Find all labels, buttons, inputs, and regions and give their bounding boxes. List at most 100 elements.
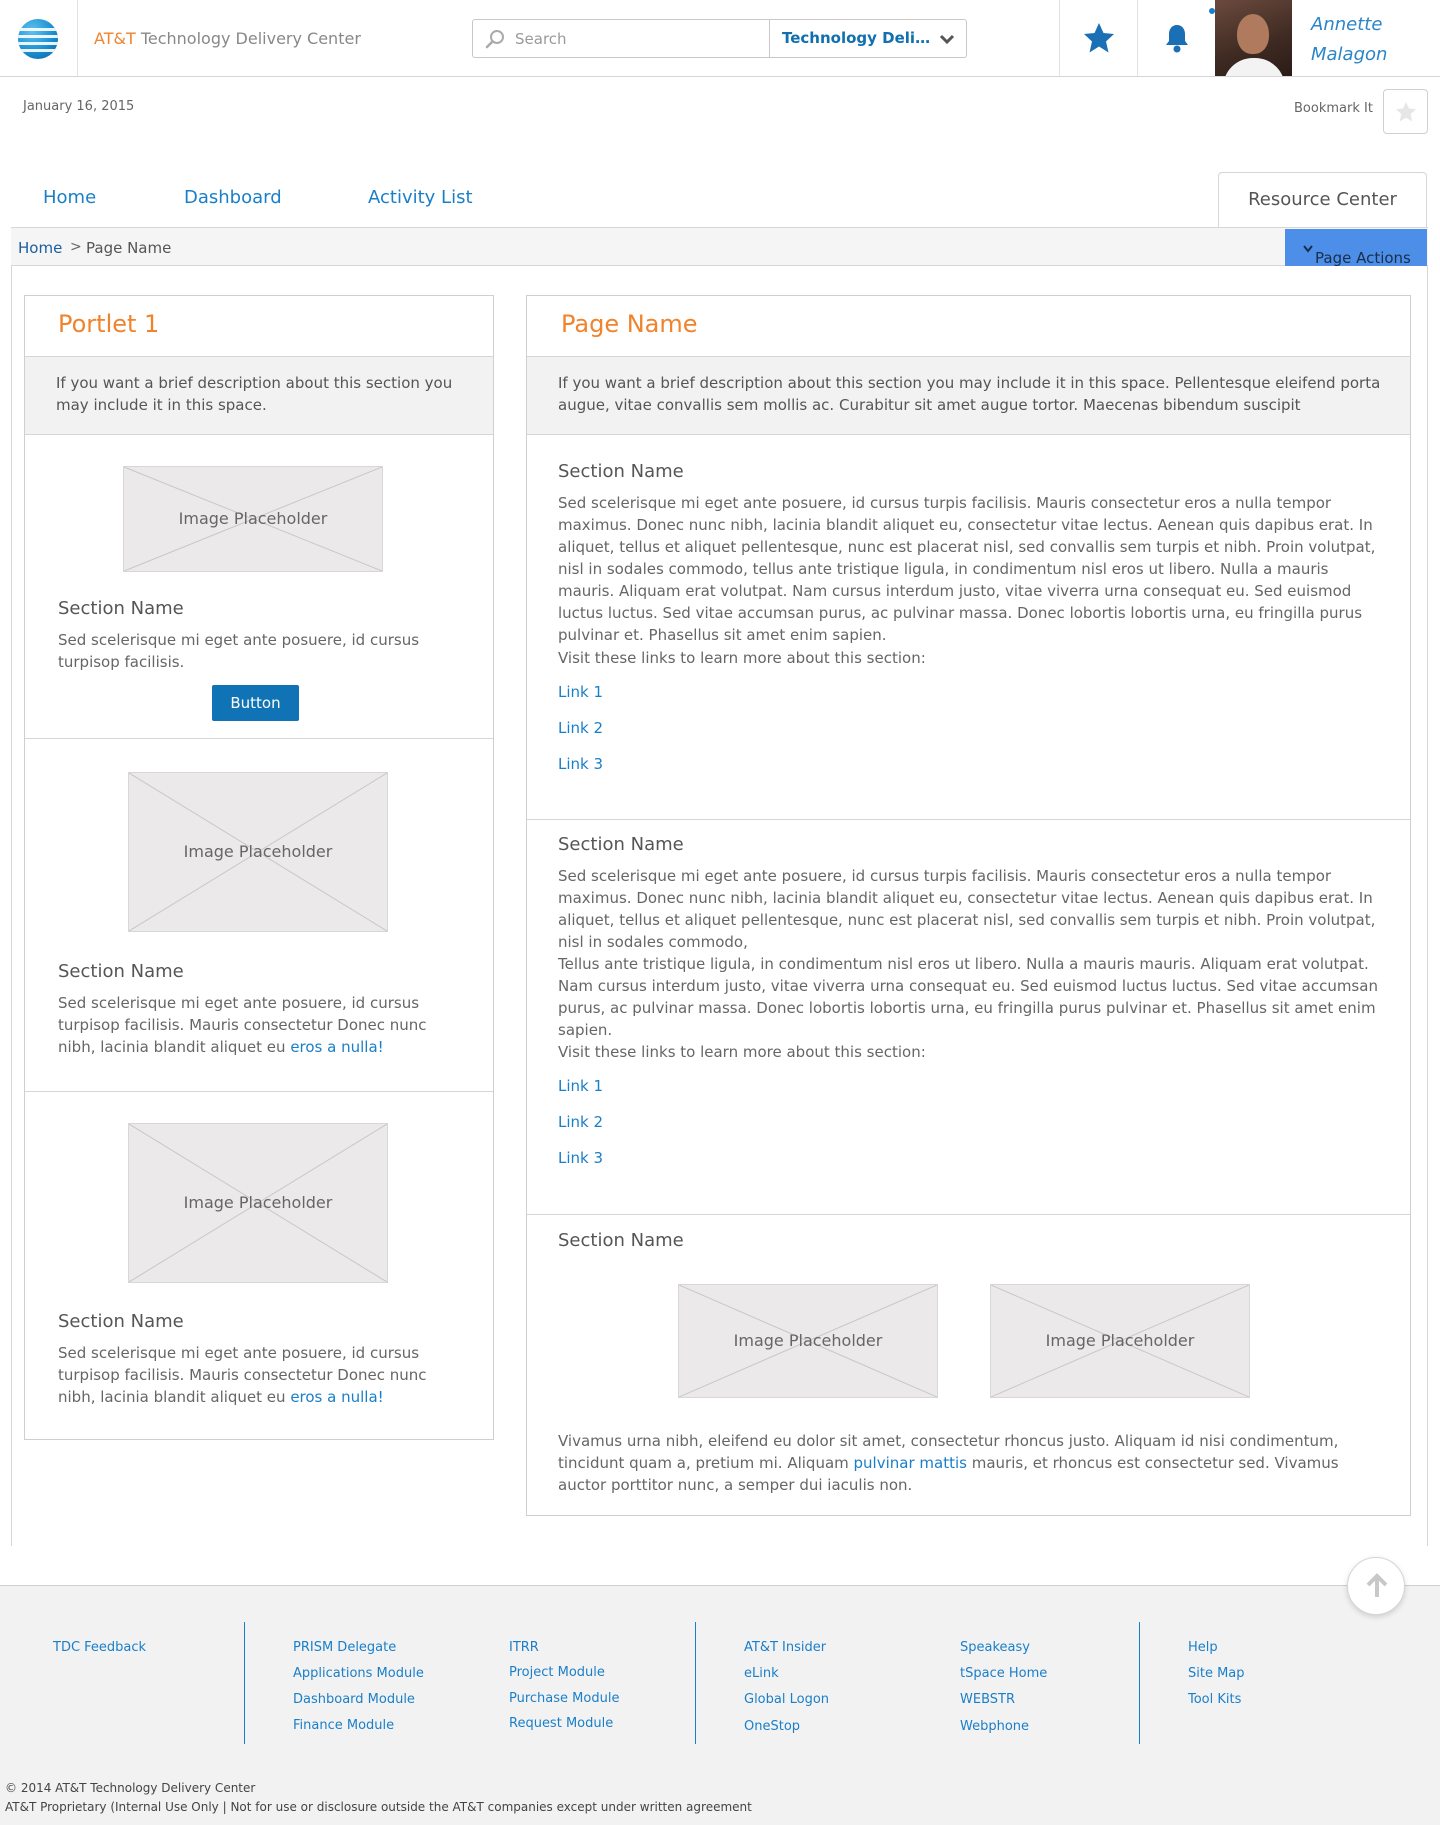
top-header: AT&T Technology Delivery Center Technolo… <box>0 0 1440 77</box>
page-description: If you want a brief description about th… <box>527 356 1410 435</box>
nav-dashboard[interactable]: Dashboard <box>184 187 282 208</box>
page-description-text: If you want a brief description about th… <box>558 374 1381 414</box>
current-date: January 16, 2015 <box>23 99 135 114</box>
image-placeholder-label: Image Placeholder <box>178 509 328 528</box>
image-placeholder: Image Placeholder <box>128 772 388 932</box>
avatar[interactable] <box>1215 0 1292 76</box>
arrow-up-icon <box>1366 1573 1388 1597</box>
footer-link[interactable]: Project Module <box>509 1665 605 1680</box>
search-input[interactable] <box>515 28 755 50</box>
bookmark-label: Bookmark It <box>1294 101 1373 116</box>
section-link[interactable]: eros a nulla! <box>290 1038 383 1056</box>
section-title: Section Name <box>558 834 684 855</box>
favorites-button[interactable] <box>1059 0 1137 76</box>
section-body: Sed scelerisque mi eget ante posuere, id… <box>58 631 420 671</box>
tab-resource-center[interactable]: Resource Center <box>1218 172 1427 229</box>
site-select-value: Technology Deliv... <box>782 29 932 47</box>
back-to-top-button[interactable] <box>1347 1557 1405 1615</box>
bookmark-button[interactable] <box>1383 89 1428 134</box>
breadcrumb: Home > Page Name Page Actions <box>11 227 1428 267</box>
page-actions-button[interactable]: Page Actions <box>1285 229 1427 267</box>
footer-divider <box>1139 1622 1140 1744</box>
footer-link[interactable]: TDC Feedback <box>53 1640 146 1655</box>
image-placeholder-label: Image Placeholder <box>733 1331 883 1350</box>
links-intro: Visit these links to learn more about th… <box>558 1043 926 1061</box>
footer-link[interactable]: Purchase Module <box>509 1691 619 1706</box>
divider <box>527 819 1410 820</box>
inline-link[interactable]: pulvinar mattis <box>854 1454 967 1472</box>
footer-link[interactable]: PRISM Delegate <box>293 1640 396 1655</box>
footer-link[interactable]: OneStop <box>744 1719 800 1734</box>
tab-resource-center-label: Resource Center <box>1248 189 1397 210</box>
footer-divider <box>244 1622 245 1744</box>
star-icon <box>1084 23 1114 53</box>
image-placeholder-label: Image Placeholder <box>183 842 333 861</box>
user-name[interactable]: Annette Malagon <box>1311 10 1431 70</box>
footer-link[interactable]: Tool Kits <box>1188 1692 1241 1707</box>
footer-link[interactable]: tSpace Home <box>960 1666 1047 1681</box>
breadcrumb-separator: > <box>70 239 82 255</box>
brand-name: AT&T <box>94 29 136 48</box>
footer-link[interactable]: Global Logon <box>744 1692 829 1707</box>
site-select[interactable]: Technology Deliv... <box>769 19 967 58</box>
section-link-1[interactable]: Link 1 <box>558 683 603 701</box>
divider <box>527 1214 1410 1215</box>
section-link-2[interactable]: Link 2 <box>558 1113 603 1131</box>
image-placeholder: Image Placeholder <box>678 1284 938 1398</box>
notifications-button[interactable] <box>1137 0 1217 76</box>
att-logo[interactable] <box>0 0 78 76</box>
footer-link[interactable]: eLink <box>744 1666 779 1681</box>
star-outline-icon <box>1396 102 1416 122</box>
section-title: Section Name <box>58 1311 184 1332</box>
search-icon <box>485 30 504 49</box>
footer-link[interactable]: ITRR <box>509 1640 539 1655</box>
section-body: Sed scelerisque mi eget ante posuere, id… <box>58 992 468 1058</box>
footer-link[interactable]: Help <box>1188 1640 1218 1655</box>
section-body: Tellus ante tristique ligula, in condime… <box>558 955 1378 1039</box>
footer-link[interactable]: Finance Module <box>293 1718 394 1733</box>
portlet-description-text: If you want a brief description about th… <box>56 374 453 414</box>
page-title: Page Name <box>561 310 698 338</box>
section-title: Section Name <box>558 461 684 482</box>
portlet-1: Portlet 1 If you want a brief descriptio… <box>24 295 494 1440</box>
footer-link[interactable]: Speakeasy <box>960 1640 1030 1655</box>
portlet-title: Portlet 1 <box>58 310 160 338</box>
section-link-2[interactable]: Link 2 <box>558 719 603 737</box>
divider <box>25 738 493 739</box>
breadcrumb-current: Page Name <box>86 239 172 257</box>
nav-home[interactable]: Home <box>43 187 96 208</box>
search-box[interactable] <box>472 19 770 58</box>
image-placeholder-label: Image Placeholder <box>1045 1331 1195 1350</box>
footer-link[interactable]: WEBSTR <box>960 1692 1015 1707</box>
footer-link[interactable]: Request Module <box>509 1716 613 1731</box>
breadcrumb-home[interactable]: Home <box>18 239 62 257</box>
chevron-down-icon <box>939 34 955 45</box>
chevron-down-icon <box>1303 245 1313 253</box>
section-link-1[interactable]: Link 1 <box>558 1077 603 1095</box>
image-placeholder-label: Image Placeholder <box>183 1193 333 1212</box>
bell-icon <box>1166 25 1188 53</box>
image-placeholder: Image Placeholder <box>123 466 383 572</box>
user-last-name: Malagon <box>1311 44 1388 65</box>
section-link-3[interactable]: Link 3 <box>558 1149 603 1167</box>
user-first-name: Annette <box>1311 14 1383 35</box>
section-title: Section Name <box>58 598 184 619</box>
globe-icon <box>18 19 58 59</box>
image-placeholder: Image Placeholder <box>128 1123 388 1283</box>
nav-activity-list[interactable]: Activity List <box>368 187 473 208</box>
footer-link[interactable]: Dashboard Module <box>293 1692 415 1707</box>
divider <box>25 1091 493 1092</box>
footer-link[interactable]: Webphone <box>960 1719 1029 1734</box>
section-body: Vivamus urna nibh, eleifend eu dolor sit… <box>558 1430 1388 1496</box>
app-title-text: Technology Delivery Center <box>140 29 361 48</box>
page-portlet: Page Name If you want a brief descriptio… <box>526 295 1411 1516</box>
section-body: Sed scelerisque mi eget ante posuere, id… <box>558 867 1376 951</box>
footer-link[interactable]: Applications Module <box>293 1666 424 1681</box>
portlet-description: If you want a brief description about th… <box>25 356 493 435</box>
footer-link[interactable]: AT&T Insider <box>744 1640 826 1655</box>
section-button[interactable]: Button <box>212 685 299 721</box>
section-link-3[interactable]: Link 3 <box>558 755 603 773</box>
section-title: Section Name <box>558 1230 684 1251</box>
section-link[interactable]: eros a nulla! <box>290 1388 383 1406</box>
footer-link[interactable]: Site Map <box>1188 1666 1245 1681</box>
